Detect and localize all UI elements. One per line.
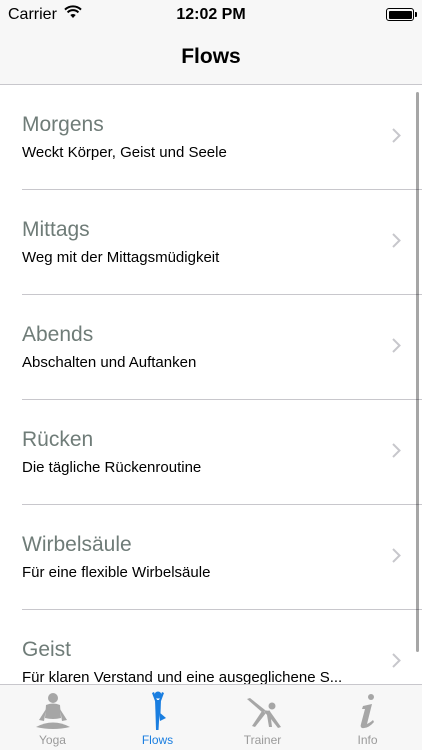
tab-label: Yoga xyxy=(39,733,66,747)
clock: 12:02 PM xyxy=(176,6,246,23)
list-item-title: Rücken xyxy=(22,428,94,451)
chevron-right-icon xyxy=(392,233,401,248)
chevron-right-icon xyxy=(392,128,401,143)
list-item-subtitle: Für klaren Verstand und eine ausgegliche… xyxy=(22,669,343,684)
list-item-title: Mittags xyxy=(22,218,90,241)
tab-yoga[interactable]: Yoga xyxy=(0,685,105,751)
stretch-pose-icon xyxy=(210,691,315,731)
status-bar: Carrier 12:02 PM xyxy=(0,0,422,30)
battery-icon xyxy=(386,8,417,21)
list-item[interactable]: Morgens Weckt Körper, Geist und Seele xyxy=(0,85,422,190)
list-item-title: Geist xyxy=(22,638,72,661)
tab-info[interactable]: Info xyxy=(315,685,420,751)
list-item[interactable]: Abends Abschalten und Auftanken xyxy=(0,295,422,400)
chevron-right-icon xyxy=(392,443,401,458)
tab-label: Flows xyxy=(141,733,174,747)
tab-flows[interactable]: Flows xyxy=(105,685,210,751)
chevron-right-icon xyxy=(392,653,401,668)
chevron-right-icon xyxy=(392,548,401,563)
navigation-bar: Flows xyxy=(0,30,422,85)
chevron-right-icon xyxy=(392,338,401,353)
list-item[interactable]: Geist Für klaren Verstand und eine ausge… xyxy=(0,610,422,684)
list-item-subtitle: Abschalten und Auftanken xyxy=(22,354,197,371)
list-item[interactable]: Wirbelsäule Für eine flexible Wirbelsäul… xyxy=(0,505,422,610)
list-item[interactable]: Mittags Weg mit der Mittagsmüdigkeit xyxy=(0,190,422,295)
list-item-subtitle: Weg mit der Mittagsmüdigkeit xyxy=(22,249,220,266)
scroll-indicator[interactable] xyxy=(416,92,419,652)
list-item-title: Wirbelsäule xyxy=(22,533,132,556)
tab-bar: Yoga Flows Trainer Info xyxy=(0,684,422,750)
list-item-subtitle: Die tägliche Rückenroutine xyxy=(22,459,202,476)
page-title: Flows xyxy=(181,45,241,68)
standing-pose-icon xyxy=(105,691,210,731)
list-item-title: Morgens xyxy=(22,113,104,136)
tab-label: Info xyxy=(357,733,378,747)
list-item-subtitle: Für eine flexible Wirbelsäule xyxy=(22,564,211,581)
flow-list[interactable]: Morgens Weckt Körper, Geist und Seele Mi… xyxy=(0,85,422,684)
tab-trainer[interactable]: Trainer xyxy=(210,685,315,751)
tab-label: Trainer xyxy=(243,733,282,747)
meditation-icon xyxy=(0,691,105,731)
info-icon xyxy=(315,691,420,731)
list-item-subtitle: Weckt Körper, Geist und Seele xyxy=(22,144,227,161)
list-item-title: Abends xyxy=(22,323,94,346)
list-item[interactable]: Rücken Die tägliche Rückenroutine xyxy=(0,400,422,505)
